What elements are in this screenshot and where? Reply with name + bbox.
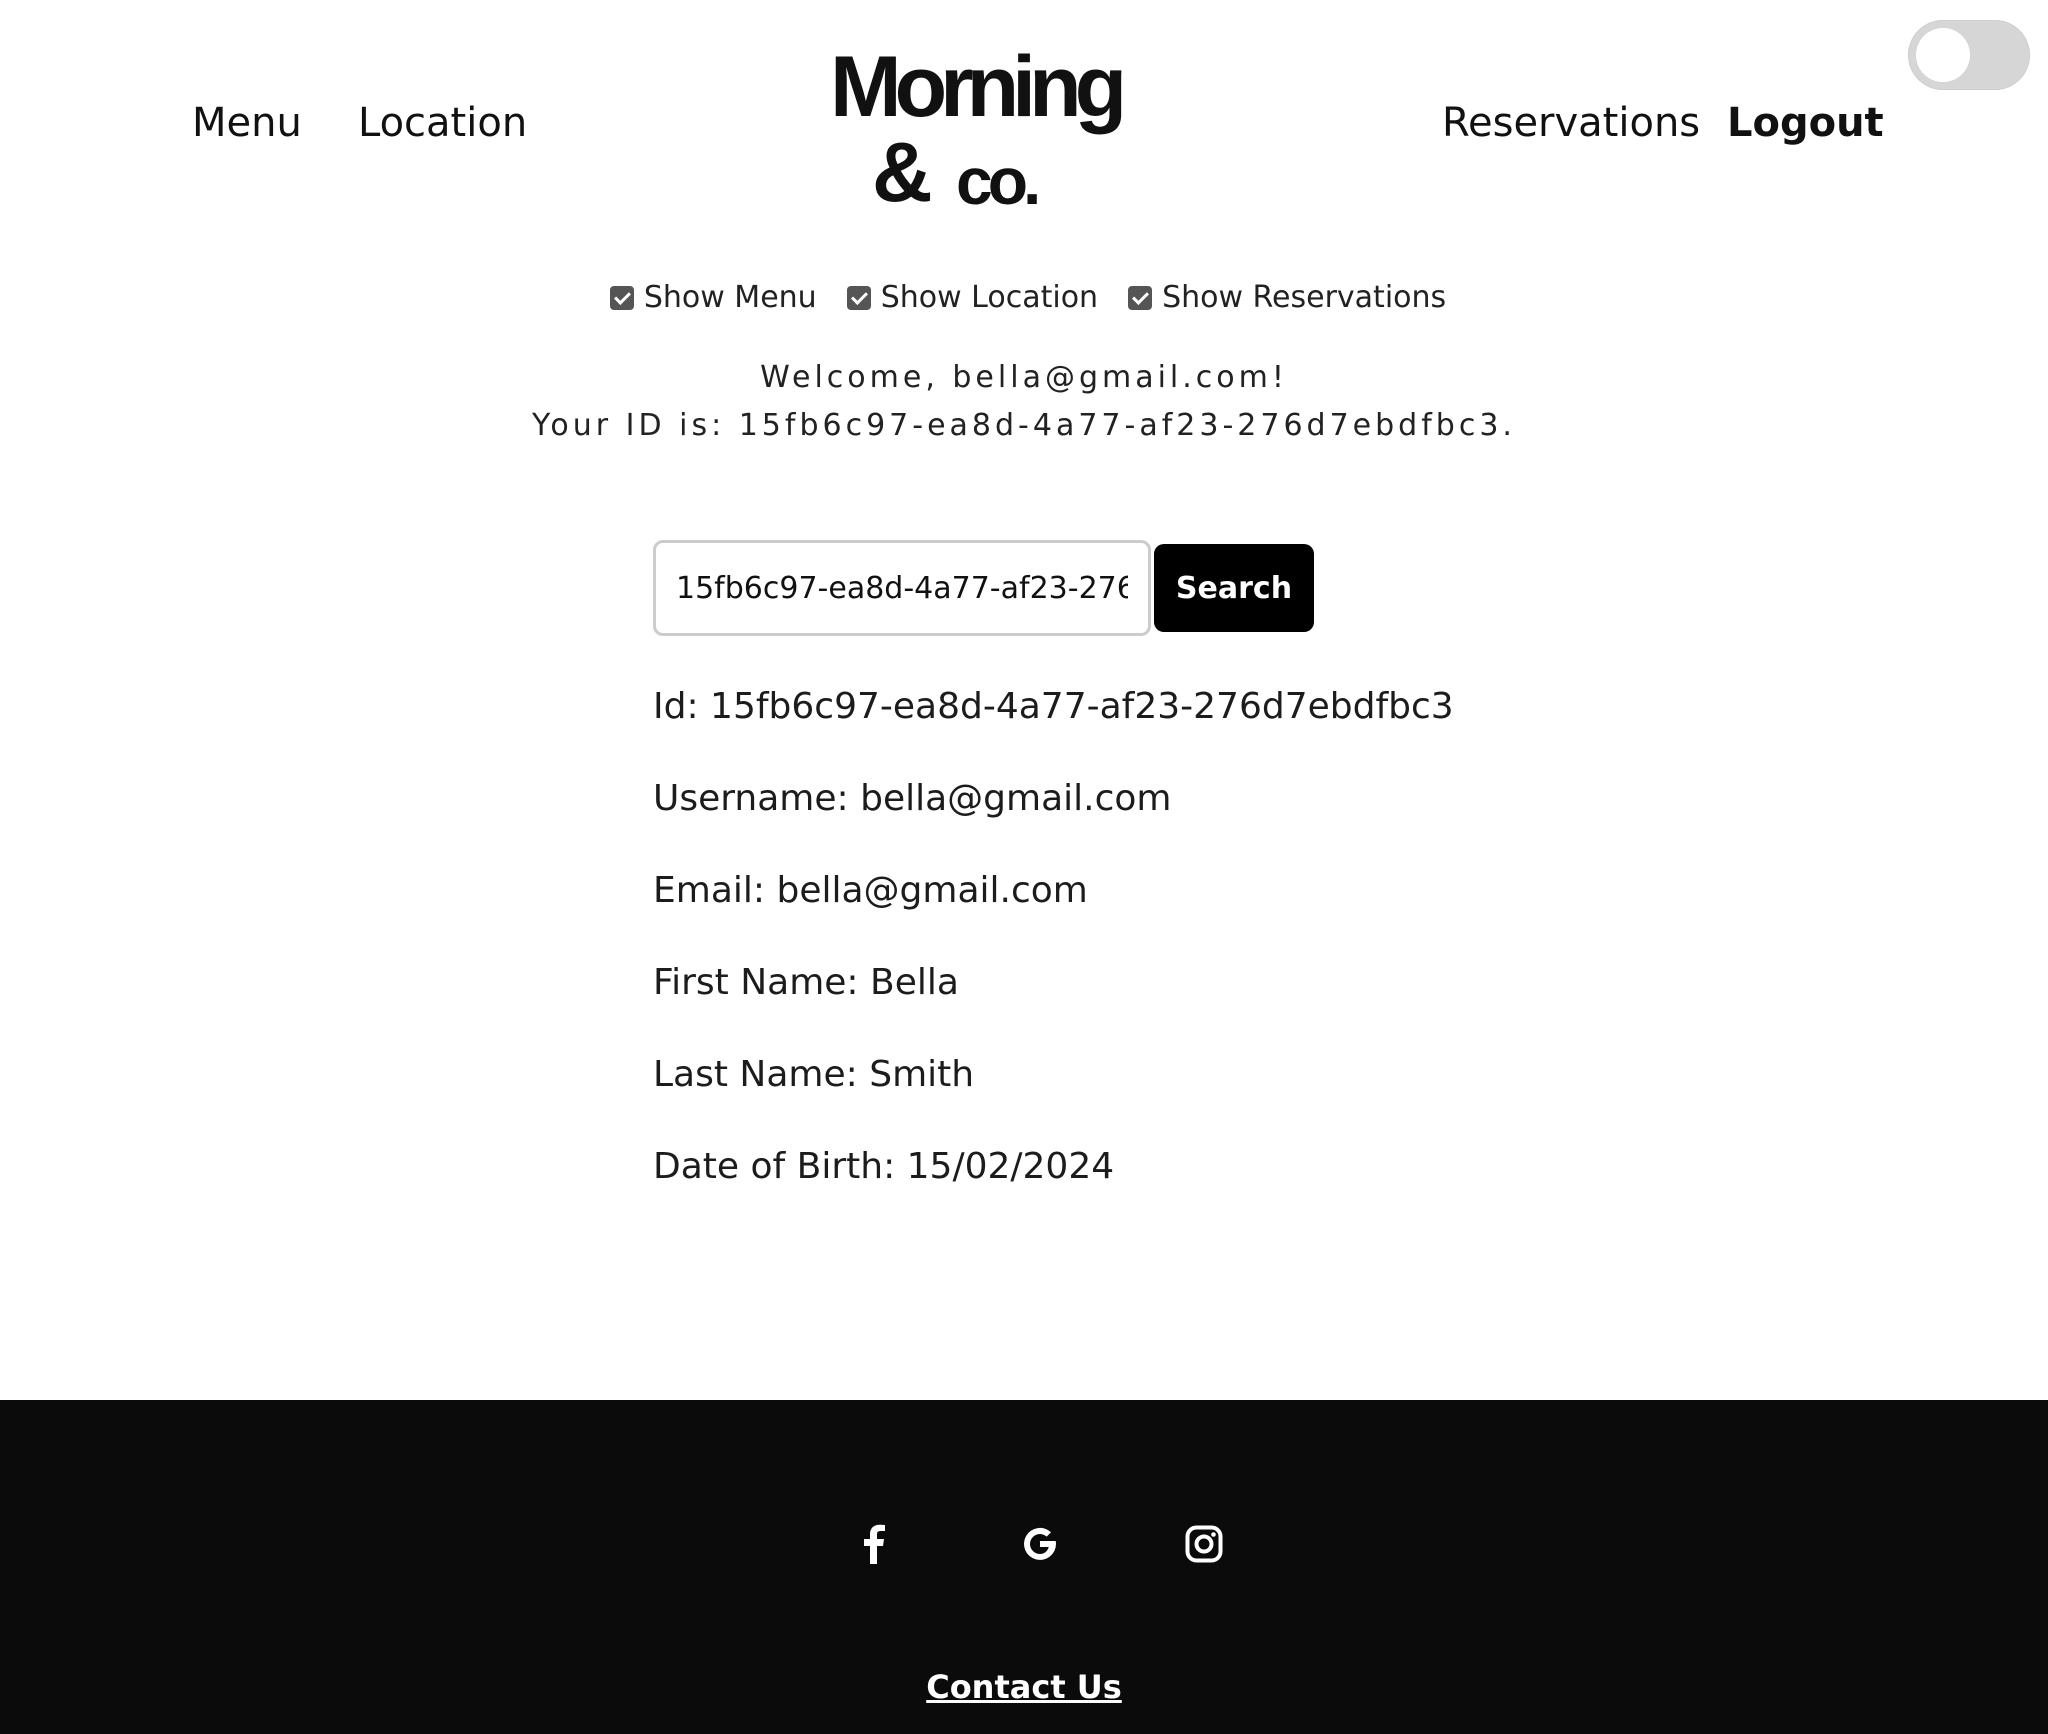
brand-logo[interactable]: Morning & co. [830,39,1130,214]
visibility-options: Show Menu Show Location Show Reservation… [0,280,2048,315]
theme-toggle[interactable] [1908,20,2030,90]
site-header: Menu Location Morning & co. Reservations… [0,0,2048,240]
detail-id-value: 15fb6c97-ea8d-4a77-af23-276d7ebdfbc3 [710,686,1454,727]
show-menu-option[interactable]: Show Menu [609,280,817,315]
user-search-input[interactable] [653,540,1151,636]
google-icon[interactable] [1010,1514,1070,1574]
show-menu-checkbox[interactable] [609,285,634,310]
toggle-knob [1916,28,1970,82]
show-reservations-option[interactable]: Show Reservations [1128,280,1446,315]
user-id-message: Your ID is: 15fb6c97-ea8d-4a77-af23-276d… [532,408,1516,443]
detail-last-name-value: Smith [869,1054,975,1095]
detail-email: Emailbella@gmail.com [653,870,1088,911]
facebook-icon[interactable] [843,1514,903,1574]
detail-username: Usernamebella@gmail.com [653,778,1171,819]
nav-menu-link[interactable]: Menu [192,96,302,150]
show-reservations-label: Show Reservations [1162,280,1447,315]
nav-location-link[interactable]: Location [358,96,527,150]
show-location-option[interactable]: Show Location [846,280,1099,315]
show-location-label: Show Location [880,280,1099,315]
logo-ampersand: & [872,125,933,219]
show-menu-label: Show Menu [643,280,817,315]
detail-date-of-birth: Date of Birth15/02/2024 [653,1146,1114,1187]
nav-logout-link[interactable]: Logout [1727,96,1884,150]
detail-email-label: Email [653,870,776,911]
site-footer: Contact Us [0,1400,2048,1734]
detail-username-value: bella@gmail.com [860,778,1172,819]
detail-username-label: Username [653,778,860,819]
welcome-message: Welcome, bella@gmail.com! [760,360,1288,395]
search-button[interactable]: Search [1154,544,1314,632]
detail-id: Id15fb6c97-ea8d-4a77-af23-276d7ebdfbc3 [653,686,1454,727]
detail-email-value: bella@gmail.com [776,870,1088,911]
detail-id-label: Id [653,686,710,727]
detail-first-name: First NameBella [653,962,959,1003]
detail-dob-label: Date of Birth [653,1146,907,1187]
logo-word-co: co. [956,144,1041,218]
detail-last-name-label: Last Name [653,1054,869,1095]
logo-word-morning: Morning [830,39,1127,135]
instagram-icon[interactable] [1174,1514,1234,1574]
show-reservations-checkbox[interactable] [1128,285,1153,310]
detail-first-name-label: First Name [653,962,870,1003]
contact-us-link[interactable]: Contact Us [0,1668,2048,1706]
detail-first-name-value: Bella [870,962,959,1003]
show-location-checkbox[interactable] [846,285,871,310]
detail-last-name: Last NameSmith [653,1054,974,1095]
nav-reservations-link[interactable]: Reservations [1442,96,1700,150]
detail-dob-value: 15/02/2024 [906,1146,1115,1187]
